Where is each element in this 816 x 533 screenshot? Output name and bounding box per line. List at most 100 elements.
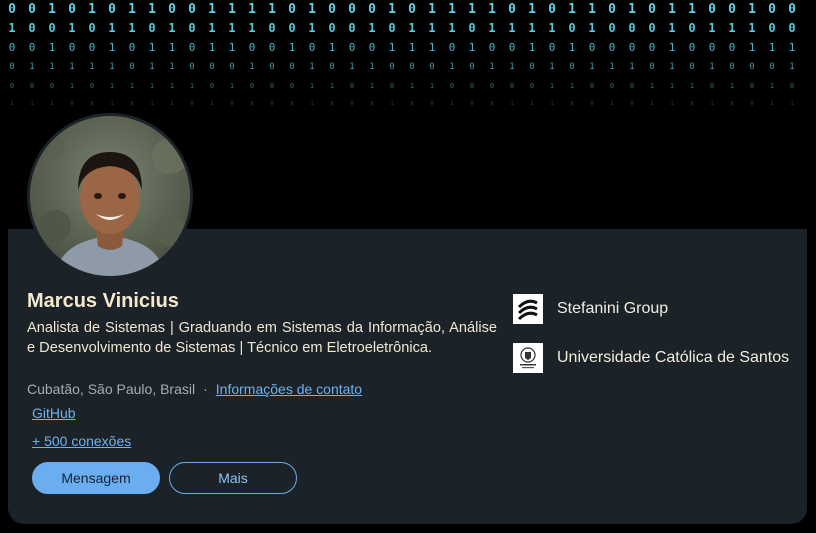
- connections-link[interactable]: + 500 conexões: [32, 431, 131, 451]
- binary-digit: 1: [589, 62, 595, 72]
- binary-digit: 0: [168, 2, 176, 17]
- binary-digit: 0: [269, 62, 275, 72]
- binary-digit: 0: [368, 41, 376, 54]
- binary-digit: 0: [489, 82, 495, 90]
- binary-digit: 1: [168, 41, 176, 54]
- binary-digit: 1: [789, 62, 795, 72]
- binary-digit: 0: [429, 62, 435, 72]
- binary-digit: 0: [370, 101, 374, 107]
- org-name: Universidade Católica de Santos: [557, 349, 790, 366]
- binary-digit: 1: [508, 21, 516, 35]
- binary-digit: 1: [248, 2, 256, 17]
- github-link[interactable]: GitHub: [32, 403, 76, 423]
- binary-digit: 0: [769, 62, 775, 72]
- binary-digit: 1: [408, 41, 416, 54]
- binary-digit: 0: [108, 2, 116, 17]
- avatar-photo-icon: [30, 116, 190, 276]
- binary-digit: 0: [8, 2, 16, 17]
- binary-digit: 0: [768, 21, 776, 35]
- binary-digit: 1: [729, 82, 735, 90]
- binary-digit: 0: [9, 82, 15, 90]
- binary-digit: 0: [648, 2, 656, 17]
- binary-digit: 0: [630, 101, 634, 107]
- binary-digit: 0: [628, 21, 636, 35]
- binary-digit: 0: [490, 101, 494, 107]
- binary-row: 0010010110110010100111010010100001000111: [0, 41, 816, 61]
- binary-digit: 1: [10, 101, 14, 107]
- binary-digit: 1: [509, 62, 515, 72]
- binary-digit: 0: [730, 101, 734, 107]
- binary-digit: 0: [249, 82, 255, 90]
- binary-digit: 1: [369, 62, 375, 72]
- binary-digit: 1: [29, 62, 35, 72]
- profile-avatar[interactable]: [27, 113, 193, 279]
- binary-digit: 1: [568, 41, 576, 54]
- binary-digit: 1: [528, 21, 536, 35]
- location-text: Cubatão, São Paulo, Brasil: [27, 381, 196, 397]
- binary-digit: 0: [728, 41, 736, 54]
- binary-digit: 1: [109, 62, 115, 72]
- binary-digit: 1: [109, 82, 115, 90]
- binary-digit: 1: [610, 101, 614, 107]
- binary-digit: 1: [549, 62, 555, 72]
- binary-digit: 0: [89, 82, 95, 90]
- stefanini-logo-icon: [513, 294, 543, 324]
- binary-digit: 1: [50, 101, 54, 107]
- binary-digit: 0: [509, 82, 515, 90]
- binary-digit: 1: [428, 21, 436, 35]
- more-button[interactable]: Mais: [169, 462, 297, 494]
- binary-digit: 0: [128, 41, 136, 54]
- binary-digit: 0: [449, 82, 455, 90]
- binary-digit: 1: [568, 2, 576, 17]
- binary-digit: 1: [649, 82, 655, 90]
- binary-digit: 0: [649, 62, 655, 72]
- binary-digit: 0: [789, 82, 795, 90]
- binary-digit: 1: [530, 101, 534, 107]
- binary-digit: 0: [508, 41, 516, 54]
- binary-digit: 1: [409, 82, 415, 90]
- binary-digit: 0: [350, 101, 354, 107]
- binary-digit: 0: [750, 101, 754, 107]
- binary-digit: 0: [688, 41, 696, 54]
- binary-digit: 1: [528, 2, 536, 17]
- binary-digit: 1: [170, 101, 174, 107]
- binary-digit: 0: [188, 21, 196, 35]
- binary-digit: 1: [288, 41, 296, 54]
- binary-digit: 1: [668, 2, 676, 17]
- binary-digit: 1: [108, 21, 116, 35]
- binary-digit: 0: [768, 2, 776, 17]
- binary-digit: 1: [369, 82, 375, 90]
- binary-digit: 0: [28, 41, 36, 54]
- binary-digit: 0: [189, 62, 195, 72]
- binary-digit: 1: [768, 41, 776, 54]
- binary-digit: 1: [208, 41, 216, 54]
- binary-digit: 1: [388, 2, 396, 17]
- binary-digit: 0: [488, 41, 496, 54]
- binary-digit: 1: [528, 41, 536, 54]
- contact-info-link[interactable]: Informações de contato: [216, 381, 362, 397]
- binary-digit: 0: [448, 41, 456, 54]
- binary-digit: 1: [8, 21, 16, 35]
- binary-digit: 0: [468, 21, 476, 35]
- binary-digit: 1: [169, 62, 175, 72]
- binary-digit: 1: [390, 101, 394, 107]
- meta-separator: ·: [203, 381, 208, 397]
- binary-digit: 0: [430, 101, 434, 107]
- binary-digit: 0: [690, 101, 694, 107]
- binary-digit: 0: [749, 62, 755, 72]
- binary-digit: 0: [28, 2, 36, 17]
- binary-digit: 0: [70, 101, 74, 107]
- binary-row: 0 0 0 1 0 1 1 1 1 1 0 1 0 0 0 1 1 0 1 0 1 1 0 0 0 0 0 1 1 0 0 0 1 1 1 0 1 0 1 0: [0, 82, 816, 102]
- binary-digit: 1: [88, 2, 96, 17]
- binary-digit: 1: [168, 21, 176, 35]
- binary-digit: 0: [590, 101, 594, 107]
- binary-digit: 1: [210, 101, 214, 107]
- binary-digit: 1: [468, 2, 476, 17]
- binary-digit: 0: [368, 2, 376, 17]
- binary-digit: 0: [29, 82, 35, 90]
- binary-digit: 1: [30, 101, 34, 107]
- binary-digit: 0: [508, 2, 516, 17]
- binary-digit: 0: [268, 21, 276, 35]
- binary-digit: 0: [469, 62, 475, 72]
- message-button[interactable]: Mensagem: [32, 462, 160, 494]
